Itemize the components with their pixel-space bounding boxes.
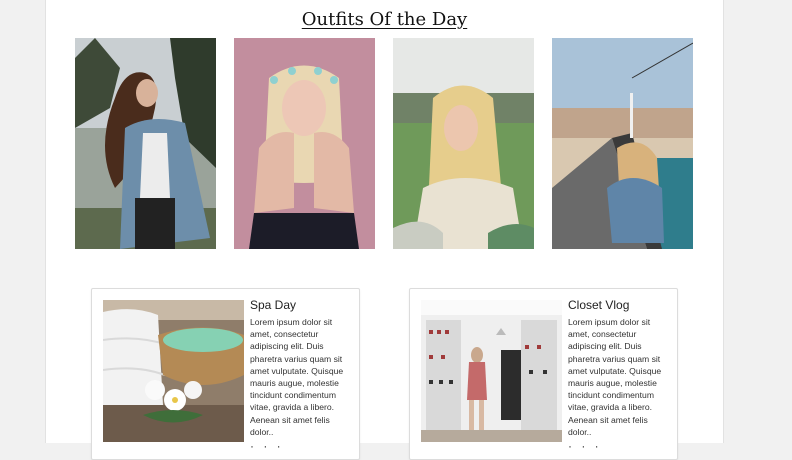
post-thumbnail-image — [421, 300, 562, 442]
post-footer: · · · — [250, 439, 284, 453]
outfit-photo-3-image — [393, 38, 534, 249]
post-thumbnail[interactable] — [103, 300, 244, 442]
outfit-photo-2[interactable] — [234, 38, 375, 249]
post-excerpt: Lorem ipsum dolor sit amet, consectetur … — [250, 317, 344, 437]
outfit-photo-2-image — [234, 38, 375, 249]
post-footer: · · · — [568, 439, 602, 453]
outfit-photo-3[interactable] — [393, 38, 534, 249]
post-title[interactable]: Spa Day — [250, 298, 296, 312]
post-thumbnail-image — [103, 300, 244, 442]
post-title[interactable]: Closet Vlog — [568, 298, 629, 312]
outfit-photo-1[interactable] — [75, 38, 216, 249]
post-card-spa-day[interactable]: Spa Day Lorem ipsum dolor sit amet, cons… — [91, 288, 360, 460]
section-title: Outfits Of the Day — [301, 9, 468, 30]
outfit-photo-1-image — [75, 38, 216, 249]
outfit-photo-4-image — [552, 38, 693, 249]
content-page: Outfits Of the Day Spa Day Lorem ipsum d… — [45, 0, 724, 460]
post-excerpt: Lorem ipsum dolor sit amet, consectetur … — [568, 317, 662, 437]
outfit-photo-4[interactable] — [552, 38, 693, 249]
post-card-closet-vlog[interactable]: Closet Vlog Lorem ipsum dolor sit amet, … — [409, 288, 678, 460]
post-thumbnail[interactable] — [421, 300, 562, 442]
